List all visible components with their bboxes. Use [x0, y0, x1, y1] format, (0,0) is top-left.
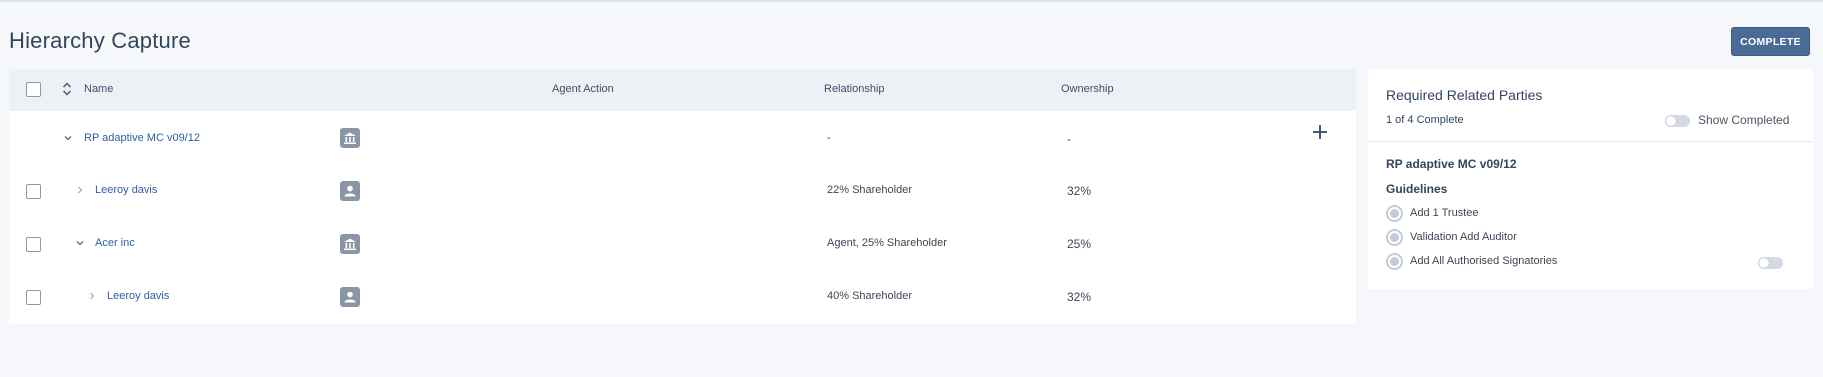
guideline-item: Validation Add Auditor: [1386, 229, 1786, 247]
panel-title: Required Related Parties: [1386, 87, 1543, 103]
person-card-icon: [340, 181, 360, 201]
table-row[interactable]: Leeroy davis 40% Shareholder 32%: [9, 270, 1356, 323]
chevron-right-icon[interactable]: [87, 291, 97, 301]
show-completed-label: Show Completed: [1698, 113, 1790, 127]
table-header: Name Agent Action Relationship Ownership: [9, 69, 1356, 111]
row-checkbox[interactable]: [26, 237, 41, 252]
sort-icon[interactable]: [62, 81, 72, 97]
toggle-knob: [1666, 116, 1676, 126]
ownership-cell: 32%: [1067, 184, 1092, 198]
page-title: Hierarchy Capture: [9, 28, 191, 53]
guideline-toggle[interactable]: [1758, 257, 1783, 269]
row-checkbox[interactable]: [26, 290, 41, 305]
ownership-cell: 25%: [1067, 237, 1092, 251]
divider: [1368, 141, 1813, 142]
select-all-checkbox[interactable]: [26, 82, 41, 97]
guideline-status-radio: [1386, 229, 1403, 246]
show-completed-toggle[interactable]: [1665, 115, 1690, 127]
table-row[interactable]: RP adaptive MC v09/12 - -: [9, 111, 1356, 164]
relationship-cell: -: [827, 132, 831, 144]
relationship-cell: Agent, 25% Shareholder: [827, 237, 947, 249]
ownership-cell: 32%: [1067, 290, 1092, 304]
guideline-status-radio: [1386, 205, 1403, 222]
bank-building-icon: [340, 128, 360, 148]
chevron-right-icon[interactable]: [75, 185, 85, 195]
column-header-ownership: Ownership: [1061, 83, 1114, 95]
relationship-cell: 40% Shareholder: [827, 290, 913, 302]
guideline-status-radio: [1386, 253, 1403, 270]
entity-name: RP adaptive MC v09/12: [1386, 157, 1517, 171]
guidelines-heading: Guidelines: [1386, 182, 1448, 196]
column-header-name[interactable]: Name: [84, 83, 113, 95]
chevron-down-icon[interactable]: [75, 238, 85, 248]
ownership-cell: -: [1067, 132, 1071, 146]
hierarchy-table: Name Agent Action Relationship Ownership…: [9, 69, 1356, 324]
bank-building-icon: [340, 234, 360, 254]
guideline-item: Add All Authorised Signatories: [1386, 253, 1786, 271]
row-name-link[interactable]: Leeroy davis: [107, 290, 169, 302]
table-row[interactable]: Acer inc Agent, 25% Shareholder 25%: [9, 217, 1356, 270]
row-checkbox[interactable]: [26, 184, 41, 199]
add-related-party-button[interactable]: [1311, 123, 1329, 141]
guideline-label: Add All Authorised Signatories: [1410, 255, 1558, 267]
guideline-item: Add 1 Trustee: [1386, 205, 1786, 223]
guideline-label: Validation Add Auditor: [1410, 231, 1517, 243]
row-name-link[interactable]: RP adaptive MC v09/12: [84, 132, 200, 144]
progress-text: 1 of 4 Complete: [1386, 114, 1464, 126]
relationship-cell: 22% Shareholder: [827, 184, 913, 196]
guideline-label: Add 1 Trustee: [1410, 207, 1479, 219]
row-name-link[interactable]: Acer inc: [95, 237, 135, 249]
person-card-icon: [340, 287, 360, 307]
toggle-knob: [1759, 258, 1769, 268]
column-header-agent-action: Agent Action: [552, 83, 614, 95]
complete-button[interactable]: COMPLETE: [1731, 27, 1810, 56]
chevron-down-icon[interactable]: [63, 133, 73, 143]
required-related-parties-panel: Required Related Parties 1 of 4 Complete…: [1368, 69, 1813, 289]
column-header-relationship: Relationship: [824, 83, 885, 95]
row-name-link[interactable]: Leeroy davis: [95, 184, 157, 196]
table-row[interactable]: Leeroy davis 22% Shareholder 32%: [9, 164, 1356, 217]
